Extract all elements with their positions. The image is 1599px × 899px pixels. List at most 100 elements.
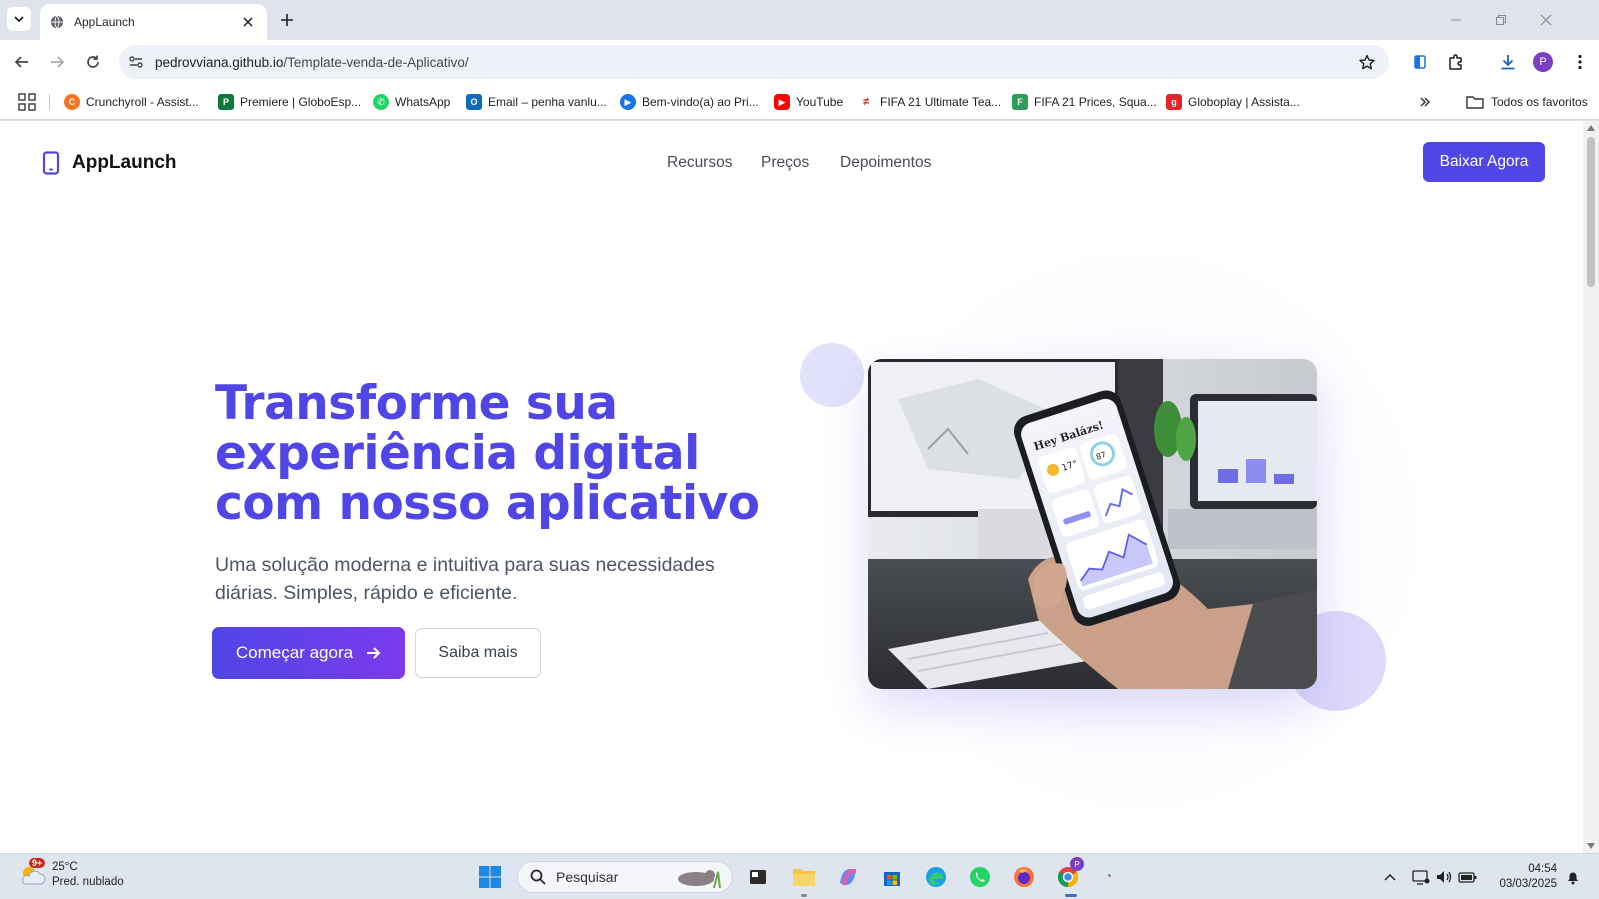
new-tab-button[interactable]: [276, 9, 298, 31]
get-started-button[interactable]: Começar agora: [212, 627, 405, 679]
whatsapp-button[interactable]: [966, 863, 994, 891]
search-placeholder: Pesquisar: [556, 869, 619, 885]
hero-subtitle: Uma solução moderna e intuitiva para sua…: [215, 554, 715, 604]
show-hidden-icons[interactable]: [1380, 867, 1400, 887]
chrome-button[interactable]: P: [1054, 857, 1084, 891]
bookmark-email[interactable]: O Email – penha vanlu...: [466, 92, 607, 112]
weather-widget[interactable]: 9+ 25°C Pred. nublado: [18, 858, 124, 890]
outlook-icon: O: [466, 94, 482, 110]
address-bar[interactable]: pedrovviana.github.io/Template-venda-de-…: [119, 45, 1389, 79]
reading-mode-button[interactable]: [1408, 50, 1432, 74]
nav-link-depoimentos[interactable]: Depoimentos: [840, 154, 931, 172]
smartphone-icon: [42, 151, 60, 175]
bookmark-prime[interactable]: ▶ Bem-vindo(a) ao Pri...: [620, 92, 759, 112]
battery-icon[interactable]: [1458, 867, 1478, 887]
taskbar-search[interactable]: Pesquisar: [517, 861, 733, 893]
copilot-button[interactable]: [834, 863, 862, 891]
search-highlight-icon: [678, 870, 721, 888]
bookmark-label: Crunchyroll - Assist...: [86, 95, 199, 109]
windows-taskbar: 9+ 25°C Pred. nublado Pesquisar P 04:54 …: [0, 853, 1599, 899]
firefox-button[interactable]: [1010, 863, 1038, 891]
bookmark-label: FIFA 21 Prices, Squa...: [1034, 95, 1157, 109]
bookmark-crunchyroll[interactable]: C Crunchyroll - Assist...: [64, 92, 199, 112]
network-icon[interactable]: [1411, 867, 1431, 887]
site-info-icon[interactable]: [123, 49, 149, 75]
start-button[interactable]: [476, 863, 504, 891]
firefox-icon: [1014, 867, 1034, 887]
tab-search-button[interactable]: [7, 7, 31, 31]
bookmark-star-icon[interactable]: [1353, 48, 1381, 76]
page-scrollbar[interactable]: [1583, 121, 1599, 853]
brand-name: AppLaunch: [72, 152, 177, 173]
bookmark-premiere[interactable]: P Premiere | GloboEsp...: [218, 92, 361, 112]
active-tab[interactable]: AppLaunch: [40, 4, 267, 40]
scroll-up-icon[interactable]: [1587, 124, 1595, 132]
all-bookmarks-folder[interactable]: Todos os favoritos: [1466, 92, 1588, 112]
learn-more-button[interactable]: Saiba mais: [415, 628, 541, 678]
scroll-down-icon[interactable]: [1587, 842, 1595, 850]
close-tab-icon[interactable]: [239, 13, 257, 31]
back-button[interactable]: [10, 50, 34, 74]
restore-icon: [1496, 15, 1506, 25]
bookmark-globoplay[interactable]: g Globoplay | Assista...: [1166, 92, 1300, 112]
forward-button[interactable]: [45, 50, 69, 74]
edge-icon: [926, 867, 946, 887]
search-icon: [530, 869, 546, 885]
bookmark-label: FIFA 21 Ultimate Tea...: [880, 95, 1002, 109]
youtube-icon: ▶: [774, 94, 790, 110]
windows-logo-icon: [479, 866, 501, 888]
page-viewport: AppLaunch Recursos Preços Depoimentos Ba…: [0, 121, 1583, 853]
reload-button[interactable]: [81, 50, 105, 74]
bookmark-label: Bem-vindo(a) ao Pri...: [642, 95, 759, 109]
bookmark-whatsapp[interactable]: ✆ WhatsApp: [373, 92, 450, 112]
file-explorer-button[interactable]: [790, 863, 818, 891]
task-view-button[interactable]: [744, 863, 772, 891]
download-now-button[interactable]: Baixar Agora: [1423, 142, 1545, 182]
restore-button[interactable]: [1490, 9, 1512, 31]
url-text[interactable]: pedrovviana.github.io/Template-venda-de-…: [155, 55, 1353, 70]
nav-link-recursos[interactable]: Recursos: [667, 154, 732, 172]
futbin-icon: F: [1012, 94, 1028, 110]
url-path: /Template-venda-de-Aplicativo/: [283, 54, 469, 70]
profile-avatar[interactable]: P: [1533, 52, 1553, 72]
double-chevron-right-icon: [1420, 97, 1431, 107]
bookmark-youtube[interactable]: ▶ YouTube: [774, 92, 843, 112]
tab-title: AppLaunch: [74, 15, 135, 29]
hero-title-line: experiência digital: [215, 426, 700, 481]
notifications-icon[interactable]: [1563, 867, 1583, 887]
puzzle-icon: [1449, 54, 1462, 70]
minimize-icon: [1451, 19, 1461, 21]
bookmarks-divider: [49, 94, 50, 110]
profile-badge: P: [1070, 857, 1084, 871]
bookmark-fifa-prices[interactable]: F FIFA 21 Prices, Squa...: [1012, 92, 1157, 112]
nav-link-precos[interactable]: Preços: [761, 154, 809, 172]
scroll-thumb[interactable]: [1587, 137, 1595, 287]
apps-grid-icon[interactable]: [18, 93, 36, 111]
bookmarks-bar: C Crunchyroll - Assist... P Premiere | G…: [0, 84, 1599, 120]
whatsapp-icon: [970, 867, 990, 887]
bookmark-fifa-ultimate[interactable]: ≠ FIFA 21 Ultimate Tea...: [858, 92, 1001, 112]
url-host: pedrovviana.github.io: [155, 54, 284, 70]
arrow-right-icon: [51, 56, 65, 68]
notification-badge: 9+: [29, 858, 46, 868]
downloads-button[interactable]: [1496, 50, 1520, 74]
browser-tab-strip: AppLaunch: [0, 0, 1599, 40]
browser-menu-button[interactable]: [1568, 50, 1592, 74]
futhead-icon: ≠: [858, 94, 874, 110]
site-logo[interactable]: AppLaunch: [42, 151, 177, 175]
minimize-button[interactable]: [1445, 9, 1467, 31]
edge-button[interactable]: [922, 863, 950, 891]
extensions-button[interactable]: [1444, 50, 1468, 74]
arrow-right-icon: [365, 645, 381, 661]
hero-title-line: com nosso aplicativo: [215, 476, 760, 531]
volume-icon[interactable]: [1434, 867, 1454, 887]
whatsapp-icon: ✆: [373, 94, 389, 110]
decorative-circle: [800, 343, 864, 407]
download-icon: [1501, 55, 1515, 70]
taskbar-clock[interactable]: 04:54 03/03/2025: [1487, 862, 1557, 892]
close-window-button[interactable]: [1535, 9, 1557, 31]
more-bookmarks-button[interactable]: [1415, 92, 1435, 112]
globoplay-icon: g: [1166, 94, 1182, 110]
store-button[interactable]: [878, 863, 906, 891]
task-view-icon: [750, 870, 766, 884]
